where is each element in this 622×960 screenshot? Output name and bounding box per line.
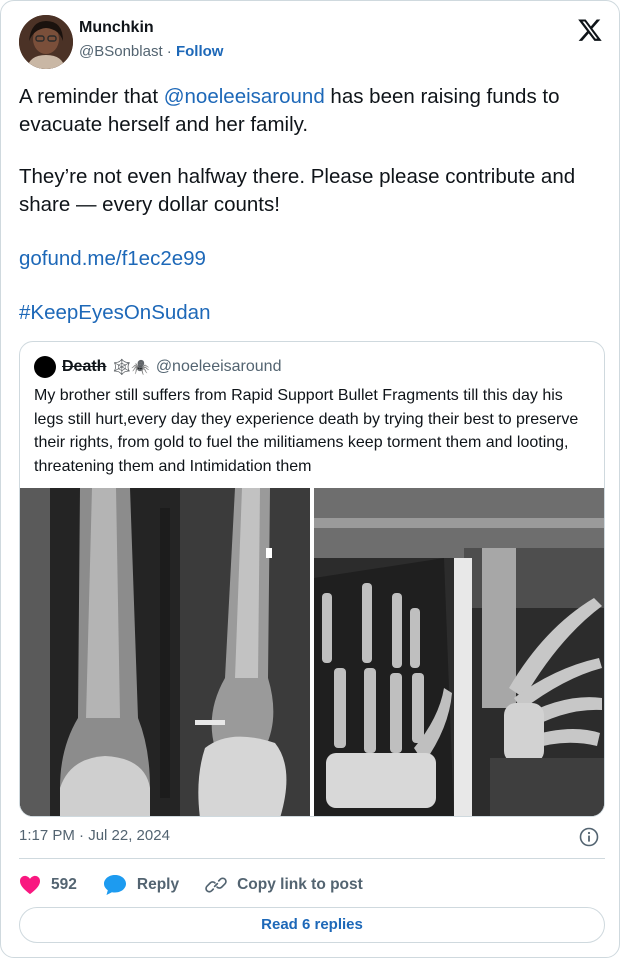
quoted-author-emojis: 🕸️🕷️ (112, 359, 150, 376)
quoted-tweet-text: My brother still suffers from Rapid Supp… (34, 387, 579, 475)
reply-label: Reply (136, 876, 180, 893)
like-count: 592 (51, 876, 77, 893)
link-icon (205, 877, 227, 893)
author-avatar[interactable] (19, 15, 73, 69)
tweet-timestamp[interactable]: 1:17 PM · Jul 22, 2024 (19, 827, 170, 844)
quoted-author-avatar (34, 356, 56, 378)
hashtag-link[interactable]: #KeepEyesOnSudan (19, 299, 605, 327)
author-name[interactable]: Munchkin (79, 19, 154, 37)
xray-image-legs[interactable] (20, 488, 310, 816)
copy-link-button[interactable]: Copy link to post (205, 874, 363, 896)
tweet-card: Munchkin @BSonblast · Follow A reminder … (0, 0, 620, 958)
tweet-paragraph-1: A reminder that @noeleeisaround has been… (19, 83, 605, 139)
handle-separator: · (166, 43, 172, 60)
divider (19, 858, 605, 859)
author-handle-row: @BSonblast · Follow (79, 43, 223, 60)
read-replies-button[interactable]: Read 6 replies (19, 907, 605, 943)
quoted-tweet-header: Death 🕸️🕷️ @noeleeisaround (34, 356, 281, 378)
author-handle[interactable]: @BSonblast (79, 43, 163, 60)
heart-icon (20, 875, 40, 895)
gofundme-link[interactable]: gofund.me/f1ec2e99 (19, 245, 605, 273)
quoted-author-name: Death (62, 358, 107, 375)
quoted-author-handle: @noeleeisaround (155, 358, 282, 375)
tweet-text-segment: A reminder that (19, 85, 164, 108)
like-button[interactable]: 592 (19, 875, 77, 895)
tweet-body: A reminder that @noeleeisaround has been… (19, 83, 605, 327)
action-bar: 592 Reply Copy link to post (19, 871, 389, 899)
mention-link[interactable]: @noeleeisaround (164, 85, 325, 108)
reply-button[interactable]: Reply (103, 874, 179, 896)
x-logo-icon[interactable] (577, 17, 603, 43)
copy-link-label: Copy link to post (237, 876, 363, 893)
info-icon[interactable] (579, 827, 599, 847)
reply-bubble-icon (103, 875, 126, 895)
tweet-header: Munchkin @BSonblast · Follow (19, 15, 605, 69)
follow-button[interactable]: Follow (176, 43, 224, 60)
tweet-paragraph-2: They’re not even halfway there. Please p… (19, 165, 576, 216)
xray-image-hands[interactable] (314, 488, 604, 816)
quoted-tweet[interactable]: Death 🕸️🕷️ @noeleeisaround My brother st… (19, 341, 605, 817)
